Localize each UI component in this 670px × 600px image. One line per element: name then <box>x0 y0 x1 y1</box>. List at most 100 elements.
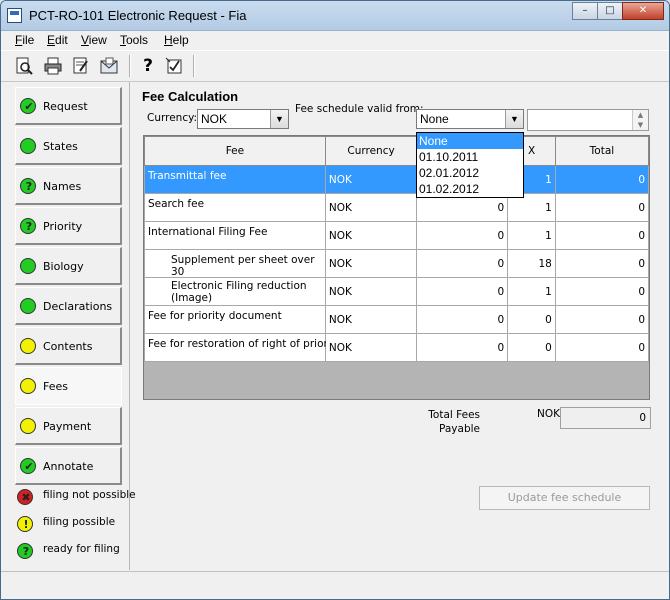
table-row[interactable]: Fee for restoration of right of priority… <box>144 333 649 362</box>
menu-bar: File Edit View Tools Help <box>1 31 669 49</box>
send-icon[interactable] <box>98 55 120 77</box>
table-row[interactable]: Supplement per sheet over 30 NOK 0 18 0 <box>144 249 649 278</box>
menu-edit[interactable]: Edit <box>47 33 68 47</box>
fee-schedule-select[interactable]: None ▼ <box>416 109 524 129</box>
check-icon: ✔ <box>24 460 34 473</box>
total-currency: NOK <box>537 408 561 420</box>
table-row[interactable]: Transmittal fee NOK 1 0 <box>144 165 649 194</box>
column-header-total[interactable]: Total <box>554 136 649 166</box>
currency-cell: NOK <box>324 249 418 278</box>
sidebar: ✔ Request States ? Names ? Priority Biol… <box>1 82 136 570</box>
menu-view-accel: V <box>81 33 89 47</box>
legend-label: ready for filing <box>43 543 120 555</box>
sidebar-item-label: Priority <box>43 220 83 233</box>
currency-label: Currency: <box>147 112 198 124</box>
dropdown-option-01-02-2012[interactable]: 01.02.2012 <box>417 181 523 197</box>
table-row[interactable]: Search fee NOK 0 1 0 <box>144 193 649 222</box>
currency-value: NOK <box>201 112 228 126</box>
sidebar-item-payment[interactable]: Payment <box>15 407 122 445</box>
menu-file[interactable]: File <box>15 33 34 47</box>
sidebar-item-declarations[interactable]: Declarations <box>15 287 122 325</box>
status-yellow-icon <box>20 378 36 394</box>
sidebar-item-biology[interactable]: Biology <box>15 247 122 285</box>
close-button[interactable]: ✕ <box>622 2 664 20</box>
fee-name-cell: Transmittal fee <box>148 170 227 182</box>
currency-select[interactable]: NOK ▼ <box>197 109 289 129</box>
column-header-currency[interactable]: Currency <box>324 136 418 166</box>
quantity-cell: 1 <box>507 221 556 250</box>
currency-cell: NOK <box>324 305 418 334</box>
window-title: PCT-RO-101 Electronic Request - Fia <box>29 8 247 23</box>
dropdown-option-02-01-2012[interactable]: 02.01.2012 <box>417 165 523 181</box>
sidebar-item-label: Fees <box>43 380 68 393</box>
table-row[interactable]: Fee for priority document NOK 0 0 0 <box>144 305 649 334</box>
help-icon[interactable]: ? <box>137 55 159 77</box>
toolbar-separator <box>193 55 195 77</box>
total-cell: 0 <box>554 333 649 362</box>
validate-icon[interactable] <box>70 55 92 77</box>
total-cell: 0 <box>554 165 649 194</box>
status-green-icon <box>20 258 36 274</box>
sidebar-item-states[interactable]: States <box>15 127 122 165</box>
minimize-button[interactable]: – <box>572 2 598 20</box>
update-fee-schedule-button[interactable]: Update fee schedule <box>479 486 650 510</box>
currency-cell: NOK <box>324 333 418 362</box>
status-question-icon: ? <box>20 178 36 194</box>
sidebar-item-label: States <box>43 140 78 153</box>
print-icon[interactable] <box>42 55 64 77</box>
context-help-icon[interactable] <box>163 55 185 77</box>
table-row[interactable]: International Filing Fee NOK 0 1 0 <box>144 221 649 250</box>
currency-cell: NOK <box>324 193 418 222</box>
table-row[interactable]: Electronic Filing reduction (Image) NOK … <box>144 277 649 306</box>
fee-name-cell: Fee for restoration of right of priority <box>148 338 342 350</box>
status-yellow-icon <box>20 418 36 434</box>
sidebar-item-priority[interactable]: ? Priority <box>15 207 122 245</box>
menu-tools[interactable]: Tools <box>120 33 148 47</box>
quantity-cell: 0 <box>507 305 556 334</box>
fee-name-cell: Supplement per sheet over 30 <box>171 254 315 278</box>
sidebar-item-annotate[interactable]: ✔ Annotate <box>15 447 122 485</box>
column-header-fee[interactable]: Fee <box>144 136 326 166</box>
menu-help[interactable]: Help <box>164 33 189 47</box>
sidebar-item-names[interactable]: ? Names <box>15 167 122 205</box>
total-cell: 0 <box>554 249 649 278</box>
status-bar <box>1 571 669 599</box>
legend-label: filing possible <box>43 516 116 528</box>
maximize-button[interactable]: □ <box>597 2 623 20</box>
app-icon <box>7 8 22 23</box>
total-cell: 0 <box>554 277 649 306</box>
total-cell: 0 <box>554 221 649 250</box>
spin-arrows-icon[interactable]: ▲ ▼ <box>632 110 648 130</box>
fee-calculation-panel: Fee Calculation Currency: NOK ▼ Fee sche… <box>130 82 669 570</box>
title-bar[interactable]: PCT-RO-101 Electronic Request - Fia – □ … <box>1 1 669 31</box>
sidebar-item-contents[interactable]: Contents <box>15 327 122 365</box>
menu-view[interactable]: View <box>81 33 107 47</box>
chevron-down-icon: ▼ <box>505 110 523 128</box>
total-fees-label-line2: Payable <box>439 423 480 435</box>
status-question-icon: ? <box>20 218 36 234</box>
sidebar-item-label: Biology <box>43 260 84 273</box>
dropdown-option-none[interactable]: None <box>417 133 523 149</box>
sidebar-item-label: Payment <box>43 420 92 433</box>
question-icon: ? <box>22 545 30 558</box>
amount-cell: 0 <box>416 221 509 250</box>
schedule-spin-field[interactable]: ▲ ▼ <box>527 109 649 131</box>
sidebar-item-label: Annotate <box>43 460 94 473</box>
menu-help-accel: H <box>164 33 173 47</box>
total-cell: 0 <box>554 193 649 222</box>
amount-cell: 0 <box>416 305 509 334</box>
amount-cell: 0 <box>416 333 509 362</box>
print-preview-icon[interactable] <box>13 55 35 77</box>
status-green-icon <box>20 138 36 154</box>
amount-cell: 0 <box>416 249 509 278</box>
sidebar-item-request[interactable]: ✔ Request <box>15 87 122 125</box>
application-window: PCT-RO-101 Electronic Request - Fia – □ … <box>0 0 670 600</box>
fee-name-cell: Electronic Filing reduction (Image) <box>171 280 307 304</box>
total-cell: 0 <box>554 305 649 334</box>
sidebar-item-label: Request <box>43 100 88 113</box>
fee-schedule-dropdown-list: None 01.10.2011 02.01.2012 01.02.2012 <box>416 132 524 198</box>
menu-help-label: elp <box>172 33 189 47</box>
sidebar-item-fees[interactable]: Fees <box>15 367 122 405</box>
dropdown-option-01-10-2011[interactable]: 01.10.2011 <box>417 149 523 165</box>
fee-name-cell: Search fee <box>148 198 205 210</box>
